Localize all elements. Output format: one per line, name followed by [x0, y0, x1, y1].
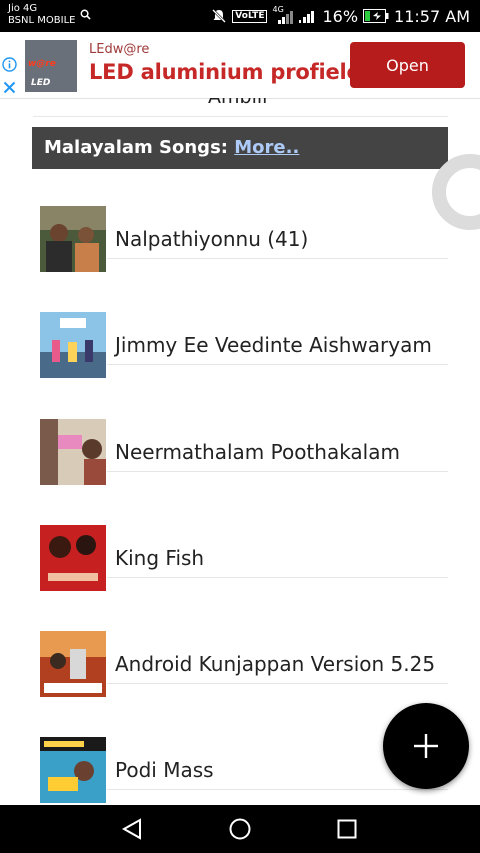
song-thumbnail[interactable]: [40, 419, 106, 485]
divider: [33, 116, 448, 117]
divider: [107, 364, 448, 365]
divider: [107, 471, 448, 472]
back-triangle-icon[interactable]: [120, 817, 144, 841]
divider: [107, 577, 448, 578]
carrier-secondary: BSNL MOBILE: [8, 15, 76, 26]
status-bar: Jio 4G BSNL MOBILE VoLTE 4G 16% 11:57 AM: [0, 0, 480, 32]
battery-charging-icon: [363, 9, 389, 23]
song-list-item[interactable]: Nalpathiyonnu (41): [32, 201, 448, 307]
song-thumbnail[interactable]: [40, 737, 106, 803]
plus-icon: [414, 734, 438, 758]
song-title[interactable]: Nalpathiyonnu (41): [115, 227, 308, 251]
song-list-item[interactable]: Jimmy Ee Veedinte Aishwaryam: [32, 307, 448, 413]
search-icon: [80, 9, 91, 20]
ad-headline[interactable]: LED aluminium profielen: [89, 60, 376, 84]
song-title[interactable]: Jimmy Ee Veedinte Aishwaryam: [115, 333, 432, 357]
song-thumbnail[interactable]: [40, 631, 106, 697]
volte-badge: VoLTE: [232, 9, 268, 23]
song-thumbnail[interactable]: [40, 312, 106, 378]
song-list-item[interactable]: Android Kunjappan Version 5.25: [32, 626, 448, 732]
section-header: Malayalam Songs: More..: [32, 127, 448, 169]
recent-square-icon[interactable]: [335, 817, 359, 841]
signal-4g-icon: 4G: [272, 5, 294, 24]
divider: [107, 683, 448, 684]
logo-text: LED w@re: [28, 59, 56, 88]
song-title[interactable]: Android Kunjappan Version 5.25: [115, 652, 435, 676]
divider: [107, 789, 448, 790]
battery-percent: 16%: [322, 6, 359, 26]
advertiser-logo[interactable]: LED w@re: [25, 40, 77, 92]
song-title[interactable]: King Fish: [115, 546, 204, 570]
song-list-item[interactable]: Neermathalam Poothakalam: [32, 414, 448, 520]
partial-list-item[interactable]: Ambili: [208, 98, 267, 108]
song-title[interactable]: Podi Mass: [115, 758, 214, 782]
carrier-primary: Jio 4G: [8, 3, 38, 14]
more-link[interactable]: More..: [234, 137, 299, 158]
content-area[interactable]: Ambili Malayalam Songs: More.. Nalpathiy…: [0, 98, 480, 805]
song-list-item[interactable]: King Fish: [32, 520, 448, 626]
ad-brand-name[interactable]: LEdw@re: [89, 42, 149, 57]
section-label: Malayalam Songs:: [44, 137, 228, 158]
mute-icon: [212, 9, 227, 23]
song-thumbnail[interactable]: [40, 206, 106, 272]
add-fab-button[interactable]: [383, 703, 469, 789]
home-circle-icon[interactable]: [228, 817, 252, 841]
signal-icon: [299, 11, 315, 23]
song-thumbnail[interactable]: [40, 525, 106, 591]
navigation-bar: [0, 805, 480, 853]
ad-open-button[interactable]: Open: [350, 42, 465, 88]
status-icons: VoLTE 4G 16% 11:57 AM: [211, 5, 470, 26]
song-title[interactable]: Neermathalam Poothakalam: [115, 440, 400, 464]
clock: 11:57 AM: [394, 6, 470, 26]
ad-close-icon[interactable]: [2, 80, 17, 95]
carrier-info: Jio 4G BSNL MOBILE: [8, 3, 75, 27]
ad-banner[interactable]: LED w@re LEdw@re LED aluminium profielen …: [0, 32, 480, 99]
ad-info-icon[interactable]: [2, 57, 17, 72]
divider: [107, 258, 448, 259]
